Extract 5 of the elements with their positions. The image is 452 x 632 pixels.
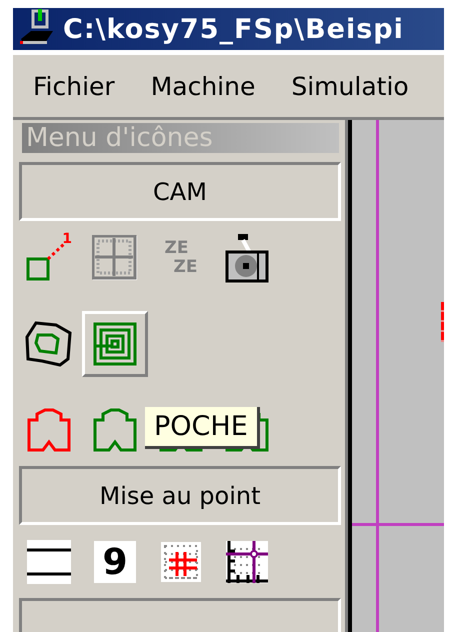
letters-icon: ZE ZE — [164, 239, 198, 277]
panel-title: Menu d'icônes — [22, 123, 339, 153]
tooltip: POCHE — [145, 407, 260, 449]
window-title: C:\kosy75_FSp\Beispi — [63, 14, 404, 44]
digit-icon: 9 — [94, 541, 136, 583]
